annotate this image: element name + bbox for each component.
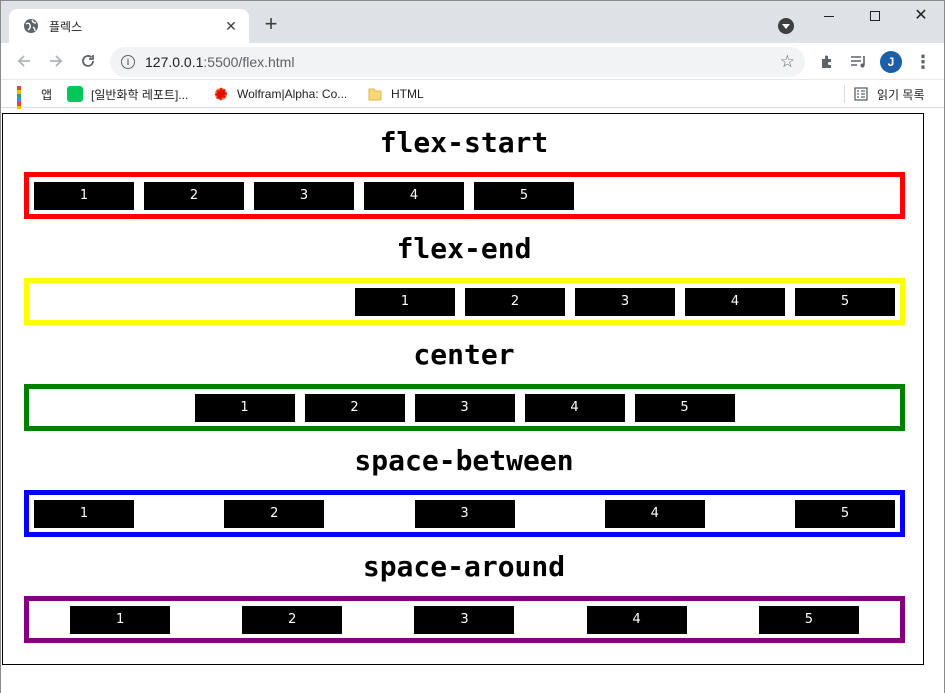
close-icon: ✕ [914,7,928,24]
section-title-space-around: space-around [362,550,566,583]
flex-item: 5 [795,287,895,316]
flex-item: 4 [685,287,785,316]
bookmark-wolfram-label: Wolfram|Alpha: Co... [237,87,348,101]
flex-item: 5 [474,181,574,210]
bookmark-folder-html[interactable]: HTML [367,86,424,102]
url-host: 127.0.0.1 [145,54,204,70]
wolfram-icon [213,86,229,102]
reading-list-icon [853,86,869,102]
url-text[interactable]: 127.0.0.1:5500/flex.html [145,54,780,70]
back-button[interactable] [14,51,34,71]
puzzle-icon[interactable] [817,52,837,72]
flex-item: 2 [242,605,343,634]
reading-list[interactable]: 읽기 목록 [853,86,925,102]
tab-active[interactable]: 플렉스 ✕ [9,9,249,43]
info-icon[interactable]: i [121,55,135,69]
section-title-flex-end: flex-end [396,232,532,265]
flex-item: 3 [575,287,675,316]
tab-title: 플렉스 [49,19,83,34]
new-tab-icon[interactable]: + [261,13,281,35]
minimize-button[interactable] [806,1,852,31]
globe-icon [24,19,38,33]
flex-container-center: 1 2 3 4 5 [24,384,905,431]
section-title-center: center [413,338,515,371]
flex-container-space-around: 1 2 3 4 5 [24,596,905,643]
flex-item: 2 [304,393,405,422]
address-bar[interactable]: i 127.0.0.1:5500/flex.html ☆ [110,47,805,77]
forward-arrow-icon [50,55,63,67]
bookmarks-divider [844,85,845,103]
flex-item: 1 [70,605,171,634]
bookmark-blog-label: [일반화학 레포트]... [91,87,189,102]
star-icon[interactable]: ☆ [780,52,795,72]
flex-item: 2 [465,287,565,316]
bookmark-blog[interactable]: [일반화학 레포트]... [67,86,188,102]
flex-item: 3 [254,181,354,210]
flex-container-flex-start: 1 2 3 4 5 [24,172,905,219]
blog-icon [67,86,83,102]
browser-window: 플렉스 ✕ + ✕ i 127.0.0.1:5500/flex.html ☆ J [0,0,945,693]
flex-item: 3 [414,499,515,528]
reload-icon [82,55,94,67]
bookmark-wolfram[interactable]: Wolfram|Alpha: Co... [213,86,347,102]
flex-item: 4 [604,499,705,528]
flex-item: 4 [586,605,687,634]
flex-item: 1 [34,181,134,210]
flex-item: 2 [224,499,325,528]
bookmark-html-label: HTML [391,87,424,101]
tab-close-icon[interactable]: ✕ [223,18,239,34]
bookmark-apps-label: 앱 [41,87,53,102]
section-title-space-between: space-between [354,444,574,477]
maximize-icon [870,11,880,21]
reload-button[interactable] [78,51,98,71]
apps-grid-icon [17,86,33,122]
flex-item: 4 [364,181,464,210]
browser-toolbar: i 127.0.0.1:5500/flex.html ☆ J ⋮ [1,43,944,80]
flex-item: 5 [634,393,735,422]
kebab-menu-icon[interactable]: ⋮ [913,52,933,72]
flex-container-space-between: 1 2 3 4 5 [24,490,905,537]
section-title-flex-start: flex-start [379,126,549,159]
bookmarks-bar: 앱 [일반화학 레포트]... Wolfram|Alpha: Co... HTM… [1,80,944,122]
flex-item: 2 [144,181,244,210]
maximize-button[interactable] [852,1,898,31]
tab-search-icon[interactable] [778,18,794,34]
flex-item: 4 [524,393,625,422]
flex-item: 5 [758,605,859,634]
reading-list-label: 읽기 목록 [877,87,925,102]
page-container: flex-start 1 2 3 4 5 flex-end 1 2 3 4 5 … [2,113,924,665]
folder-icon [367,86,383,102]
close-window-button[interactable]: ✕ [898,1,944,31]
flex-item: 5 [795,499,895,528]
flex-item: 3 [414,605,515,634]
forward-button[interactable] [46,51,66,71]
back-arrow-icon [17,55,30,67]
flex-item: 1 [194,393,295,422]
minimize-icon [824,15,834,17]
flex-item: 3 [414,393,515,422]
tab-strip: 플렉스 ✕ + ✕ [1,1,944,43]
page-viewport: flex-start 1 2 3 4 5 flex-end 1 2 3 4 5 … [1,109,944,693]
flex-container-flex-end: 1 2 3 4 5 [24,278,905,325]
flex-item: 1 [34,499,134,528]
media-queue-icon[interactable] [849,52,869,72]
flex-item: 1 [355,287,455,316]
url-path: :5500/flex.html [203,54,295,70]
bookmark-apps[interactable]: 앱 [17,86,53,122]
avatar[interactable]: J [880,51,902,73]
